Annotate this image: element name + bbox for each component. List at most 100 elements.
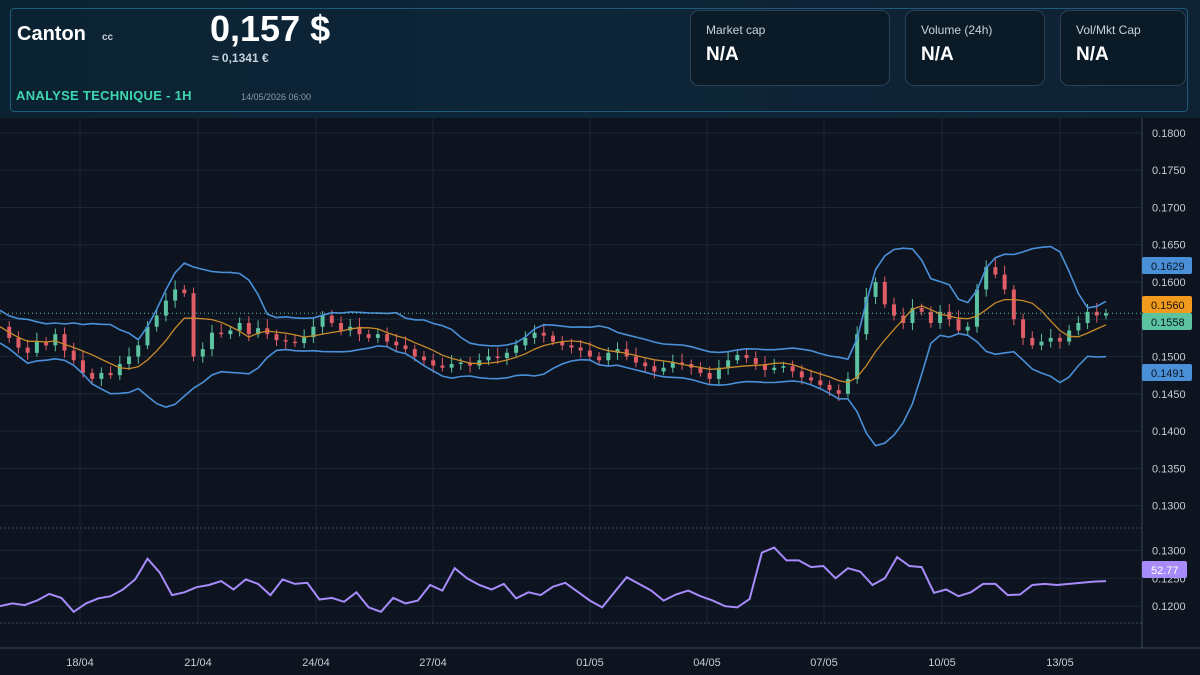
candle-body [209,332,214,350]
candle-body [726,360,731,368]
stat-volume: Volume (24h) N/A [905,10,1045,86]
x-tick-label: 04/05 [693,657,721,669]
candle-body [283,340,288,342]
candle-body [449,364,454,368]
candle-body [532,332,537,338]
candle-body [25,347,30,353]
candle-body [154,315,159,327]
candle-body [375,334,380,338]
asset-ticker: cc [102,32,114,43]
candle-body [394,341,399,346]
analysis-label: ANALYSE TECHNIQUE - 1H [16,88,192,103]
price-chart[interactable]: 0.18000.17500.17000.16500.16000.15500.15… [0,118,1200,675]
candle-body [799,371,804,378]
price-tag-label: 0.1558 [1151,317,1185,329]
price-tag-moving-average: 0.1560 [1142,296,1192,313]
candle-body [431,360,436,366]
candle-body [606,352,611,361]
y-tick-label: 0.1450 [1152,389,1186,401]
chart-background [0,118,1200,675]
candle-body [504,352,509,359]
x-tick-label: 21/04 [184,657,212,669]
stat-value: N/A [1076,44,1109,65]
stat-value: N/A [706,44,739,65]
candle-body [670,362,675,368]
candle-body [661,367,666,372]
candle-body [873,282,878,297]
candle-body [329,315,334,323]
candle-body [71,350,76,361]
candle-body [652,366,657,372]
candle-body [53,334,58,346]
x-tick-label: 18/04 [66,657,94,669]
candle-body [1057,337,1062,342]
y-tick-label: 0.1750 [1152,165,1186,177]
candle-body [127,356,132,364]
candle-body [136,345,141,357]
candle-body [735,355,740,361]
x-tick-label: 13/05 [1046,657,1074,669]
candle-body [477,360,482,366]
candle-body [633,356,638,363]
candle-body [827,384,832,391]
stat-title: Vol/Mkt Cap [1076,23,1141,37]
price-usd: 0,157 $ [210,8,331,49]
candle-body [366,334,371,338]
candle-body [173,289,178,301]
candle-body [458,362,463,364]
candle-body [237,323,242,331]
price-tag-last-price: 0.1558 [1142,313,1192,330]
candle-body [339,323,344,331]
candle-body [34,341,39,353]
candle-body [809,377,814,381]
candle-body [421,356,426,361]
price-tag-label: 0.1560 [1151,300,1185,312]
candle-body [643,362,648,367]
rsi-tick-label: 0.1200 [1152,601,1186,613]
candle-body [993,267,998,275]
candle-body [1076,323,1081,331]
candle-body [1011,289,1016,320]
price-tag-bollinger-lower: 0.1491 [1142,364,1192,381]
rsi-current-tag: 52.77 [1142,561,1187,578]
rsi-tick-label: 0.1300 [1152,545,1186,557]
candle-body [965,326,970,331]
y-tick-label: 0.1400 [1152,426,1186,438]
candle-body [753,358,758,364]
candle-body [818,380,823,385]
candle-body [320,315,325,327]
x-tick-label: 01/05 [576,657,604,669]
y-tick-label: 0.1300 [1152,501,1186,513]
candle-body [523,337,528,346]
candle-body [191,293,196,357]
candle-body [486,356,491,361]
candle-body [302,337,307,344]
y-tick-label: 0.1600 [1152,277,1186,289]
candle-body [99,372,104,379]
candle-body [1021,319,1026,338]
candle-body [16,337,21,348]
x-tick-label: 27/04 [419,657,447,669]
candle-body [597,356,602,361]
rsi-tag-label: 52.77 [1151,565,1179,577]
stat-title: Volume (24h) [921,23,993,37]
candle-body [403,345,408,350]
price-tag-label: 0.1629 [1151,261,1185,273]
candle-body [836,390,841,394]
candle-body [551,335,555,342]
price-eur: ≈ 0,1341 € [212,51,269,65]
candle-body [385,334,390,342]
candle-body [228,330,233,335]
stat-market-cap: Market cap N/A [690,10,890,86]
candle-body [578,347,583,351]
candle-body [274,334,279,341]
candle-body [707,372,712,379]
candle-body [117,364,122,376]
asset-name: Canton [17,23,86,45]
candle-body [440,365,445,368]
price-tag-bollinger-upper: 0.1629 [1142,257,1192,274]
candle-body [541,332,546,336]
candle-body [698,367,703,373]
x-tick-label: 07/05 [810,657,838,669]
x-tick-label: 24/04 [302,657,330,669]
